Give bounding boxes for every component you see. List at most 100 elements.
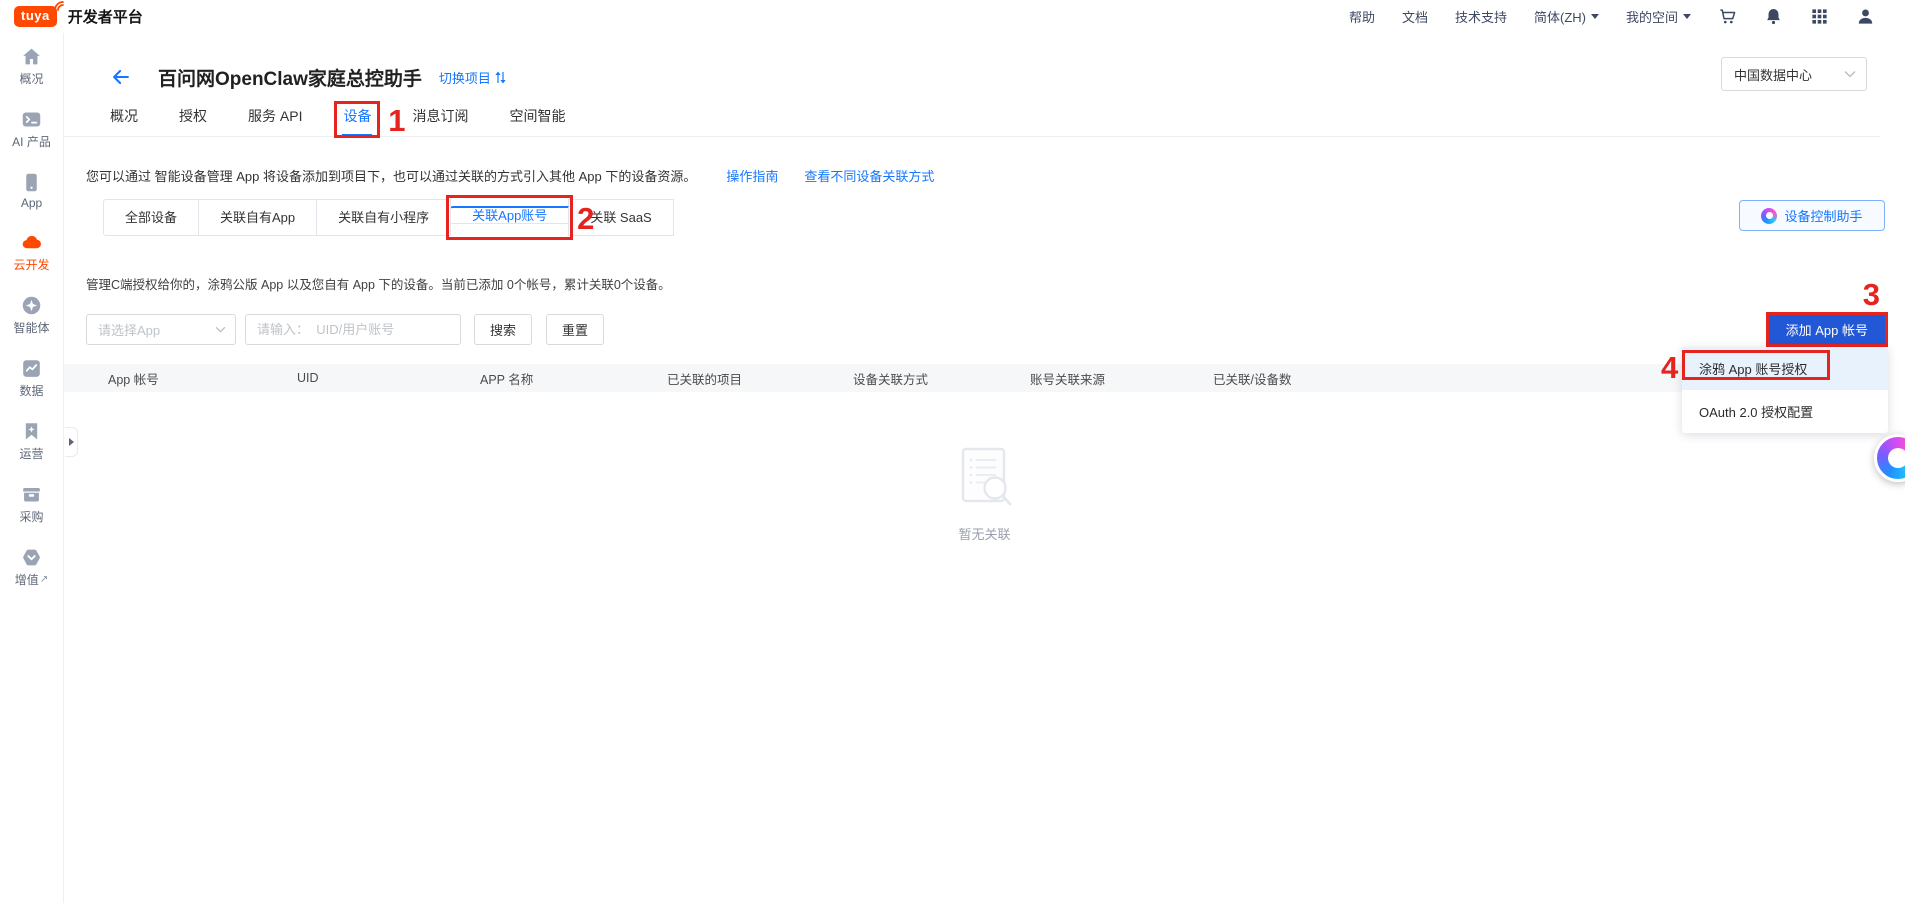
sidebar-item-label: AI 产品 [12,133,51,150]
panel-expand-handle[interactable] [65,427,78,457]
menu-item-label: 涂鸦 App 账号授权 [1699,359,1807,378]
menu-item-tuya-app-auth[interactable]: 涂鸦 App 账号授权 4 [1682,347,1888,390]
caret-down-icon [1591,14,1599,19]
sidebar-item-label: 智能体 [13,319,49,336]
sidebar-item-label: 数据 [19,382,43,399]
platform-name: 开发者平台 [68,6,143,27]
operation-guide-link[interactable]: 操作指南 [721,166,778,185]
tab-authorization[interactable]: 授权 [179,108,207,125]
column-header-app-account: App 帐号 [108,369,297,388]
sidebar-item-label: 概况 [19,70,43,87]
search-button[interactable]: 搜索 [474,314,532,345]
reset-button[interactable]: 重置 [546,314,604,345]
filter-row: 请选择App 搜索 重置 [64,314,1905,345]
column-header-linked-projects: 已关联的项目 [667,369,853,388]
manage-summary-text: 管理C端授权给你的，涂鸦公版 App 以及您自有 App 下的设备。当前已添加 … [64,236,1905,293]
mobile-icon [21,172,42,193]
language-menu[interactable]: 简体(ZH) [1534,7,1599,26]
cart-icon[interactable] [1718,7,1737,26]
annotation-box-3: 添加 App 帐号 [1766,312,1888,347]
subtab-own-app[interactable]: 关联自有App [198,199,317,236]
sidebar-item-data[interactable]: 数据 [19,358,43,399]
sidebar-item-label: 增值↗ [15,571,48,588]
user-icon[interactable] [1856,7,1875,26]
column-header-uid: UID [297,371,480,385]
support-link[interactable]: 技术支持 [1455,7,1507,26]
menu-item-label: OAuth 2.0 授权配置 [1699,402,1813,421]
column-header-relation-method: 设备关联方式 [853,369,1030,388]
app-select[interactable]: 请选择App [86,314,236,345]
uid-search-input[interactable] [245,314,461,345]
antenna-icon [53,0,65,12]
device-subtabs: 全部设备 关联自有App 关联自有小程序 关联App账号 2 关联 SaaS [64,185,1905,236]
datacenter-select[interactable]: 中国数据中心 [1721,57,1867,91]
tab-devices-wrap: 设备 1 [343,108,371,125]
chart-icon [21,358,42,379]
sidebar-item-agent[interactable]: 智能体 [13,295,49,336]
column-header-app-name: APP 名称 [480,369,667,388]
app-select-placeholder: 请选择App [98,320,160,339]
sidebar-item-procurement[interactable]: 采购 [19,484,43,525]
operation-guide-label: 操作指南 [726,166,778,185]
switch-project-link[interactable]: 切换项目 [439,68,506,87]
empty-state-text: 暂无关联 [958,524,1010,543]
datacenter-value: 中国数据中心 [1734,65,1812,84]
sidebar-item-label: App [21,196,42,210]
project-header: 百问网OpenClaw家庭总控助手 切换项目 中国数据中心 [64,33,1905,96]
help-link[interactable]: 帮助 [1349,7,1375,26]
subtab-own-miniprogram[interactable]: 关联自有小程序 [316,199,451,236]
chevron-down-icon [1844,70,1856,78]
external-link-icon: ↗ [40,574,48,585]
home-icon [21,46,42,67]
sidebar-item-operations[interactable]: 运营 [19,421,43,462]
project-tabs: 概况 授权 服务 API 设备 1 消息订阅 空间智能 [64,96,1880,137]
annotation-number-4: 4 [1661,352,1678,383]
sidebar-item-value-added[interactable]: 增值↗ [15,547,48,588]
expand-arrow-icon [69,438,74,446]
sidebar-item-label: 云开发 [13,256,49,273]
tab-message-subscription[interactable]: 消息订阅 [412,108,468,125]
bell-icon[interactable] [1764,7,1783,26]
tab-service-api[interactable]: 服务 API [248,108,302,125]
my-space-menu[interactable]: 我的空间 [1626,7,1691,26]
page-title: 百问网OpenClaw家庭总控助手 [158,64,422,91]
relation-methods-link[interactable]: 查看不同设备关联方式 [799,166,934,185]
sidebar-item-text: 增值 [15,571,39,588]
apps-grid-icon[interactable] [1810,7,1829,26]
add-app-account-button[interactable]: 添加 App 帐号 [1769,315,1885,344]
box-icon [21,484,42,505]
subtab-all-devices[interactable]: 全部设备 [103,199,199,236]
tab-devices[interactable]: 设备 [343,108,371,124]
tab-space-intelligence[interactable]: 空间智能 [509,108,565,125]
back-arrow-icon[interactable] [110,66,132,88]
top-bar: tuya 开发者平台 帮助 文档 技术支持 简体(ZH) 我的空间 [0,0,1905,33]
tuya-logo-box: tuya [14,6,57,27]
tuya-logo-text: tuya [21,8,50,23]
bookmark-icon [21,421,42,442]
device-control-assistant-button[interactable]: 设备控制助手 [1739,200,1885,231]
annotation-number-2: 2 [577,203,594,234]
main-content: 百问网OpenClaw家庭总控助手 切换项目 中国数据中心 概况 授权 服务 A… [64,33,1905,903]
sidebar-item-label: 采购 [19,508,43,525]
annotation-number-3: 3 [1863,279,1880,310]
assistant-button-label: 设备控制助手 [1784,206,1862,225]
sidebar-item-cloud-dev[interactable]: 云开发 [13,232,49,273]
table-header-row: App 帐号 UID APP 名称 已关联的项目 设备关联方式 账号关联来源 已… [64,364,1888,392]
tuya-logo[interactable]: tuya 开发者平台 [14,6,143,27]
menu-item-oauth-config[interactable]: OAuth 2.0 授权配置 [1682,390,1888,433]
caret-down-icon [1683,14,1691,19]
device-description: 您可以通过 智能设备管理 App 将设备添加到项目下，也可以通过关联的方式引入其… [86,166,696,185]
switch-project-label: 切换项目 [439,68,491,87]
terminal-icon [21,109,42,130]
sidebar-item-ai-products[interactable]: AI 产品 [12,109,51,150]
sidebar-item-overview[interactable]: 概况 [19,46,43,87]
agent-icon [21,295,42,316]
subtab-app-account[interactable]: 关联App账号 [450,206,569,224]
column-header-account-source: 账号关联来源 [1030,369,1213,388]
language-label: 简体(ZH) [1534,7,1586,26]
annotation-number-1: 1 [388,105,405,136]
tab-overview[interactable]: 概况 [110,108,138,125]
sidebar-item-app[interactable]: App [21,172,42,210]
docs-link[interactable]: 文档 [1402,7,1428,26]
add-account-group: 3 添加 App 帐号 [1766,312,1888,347]
